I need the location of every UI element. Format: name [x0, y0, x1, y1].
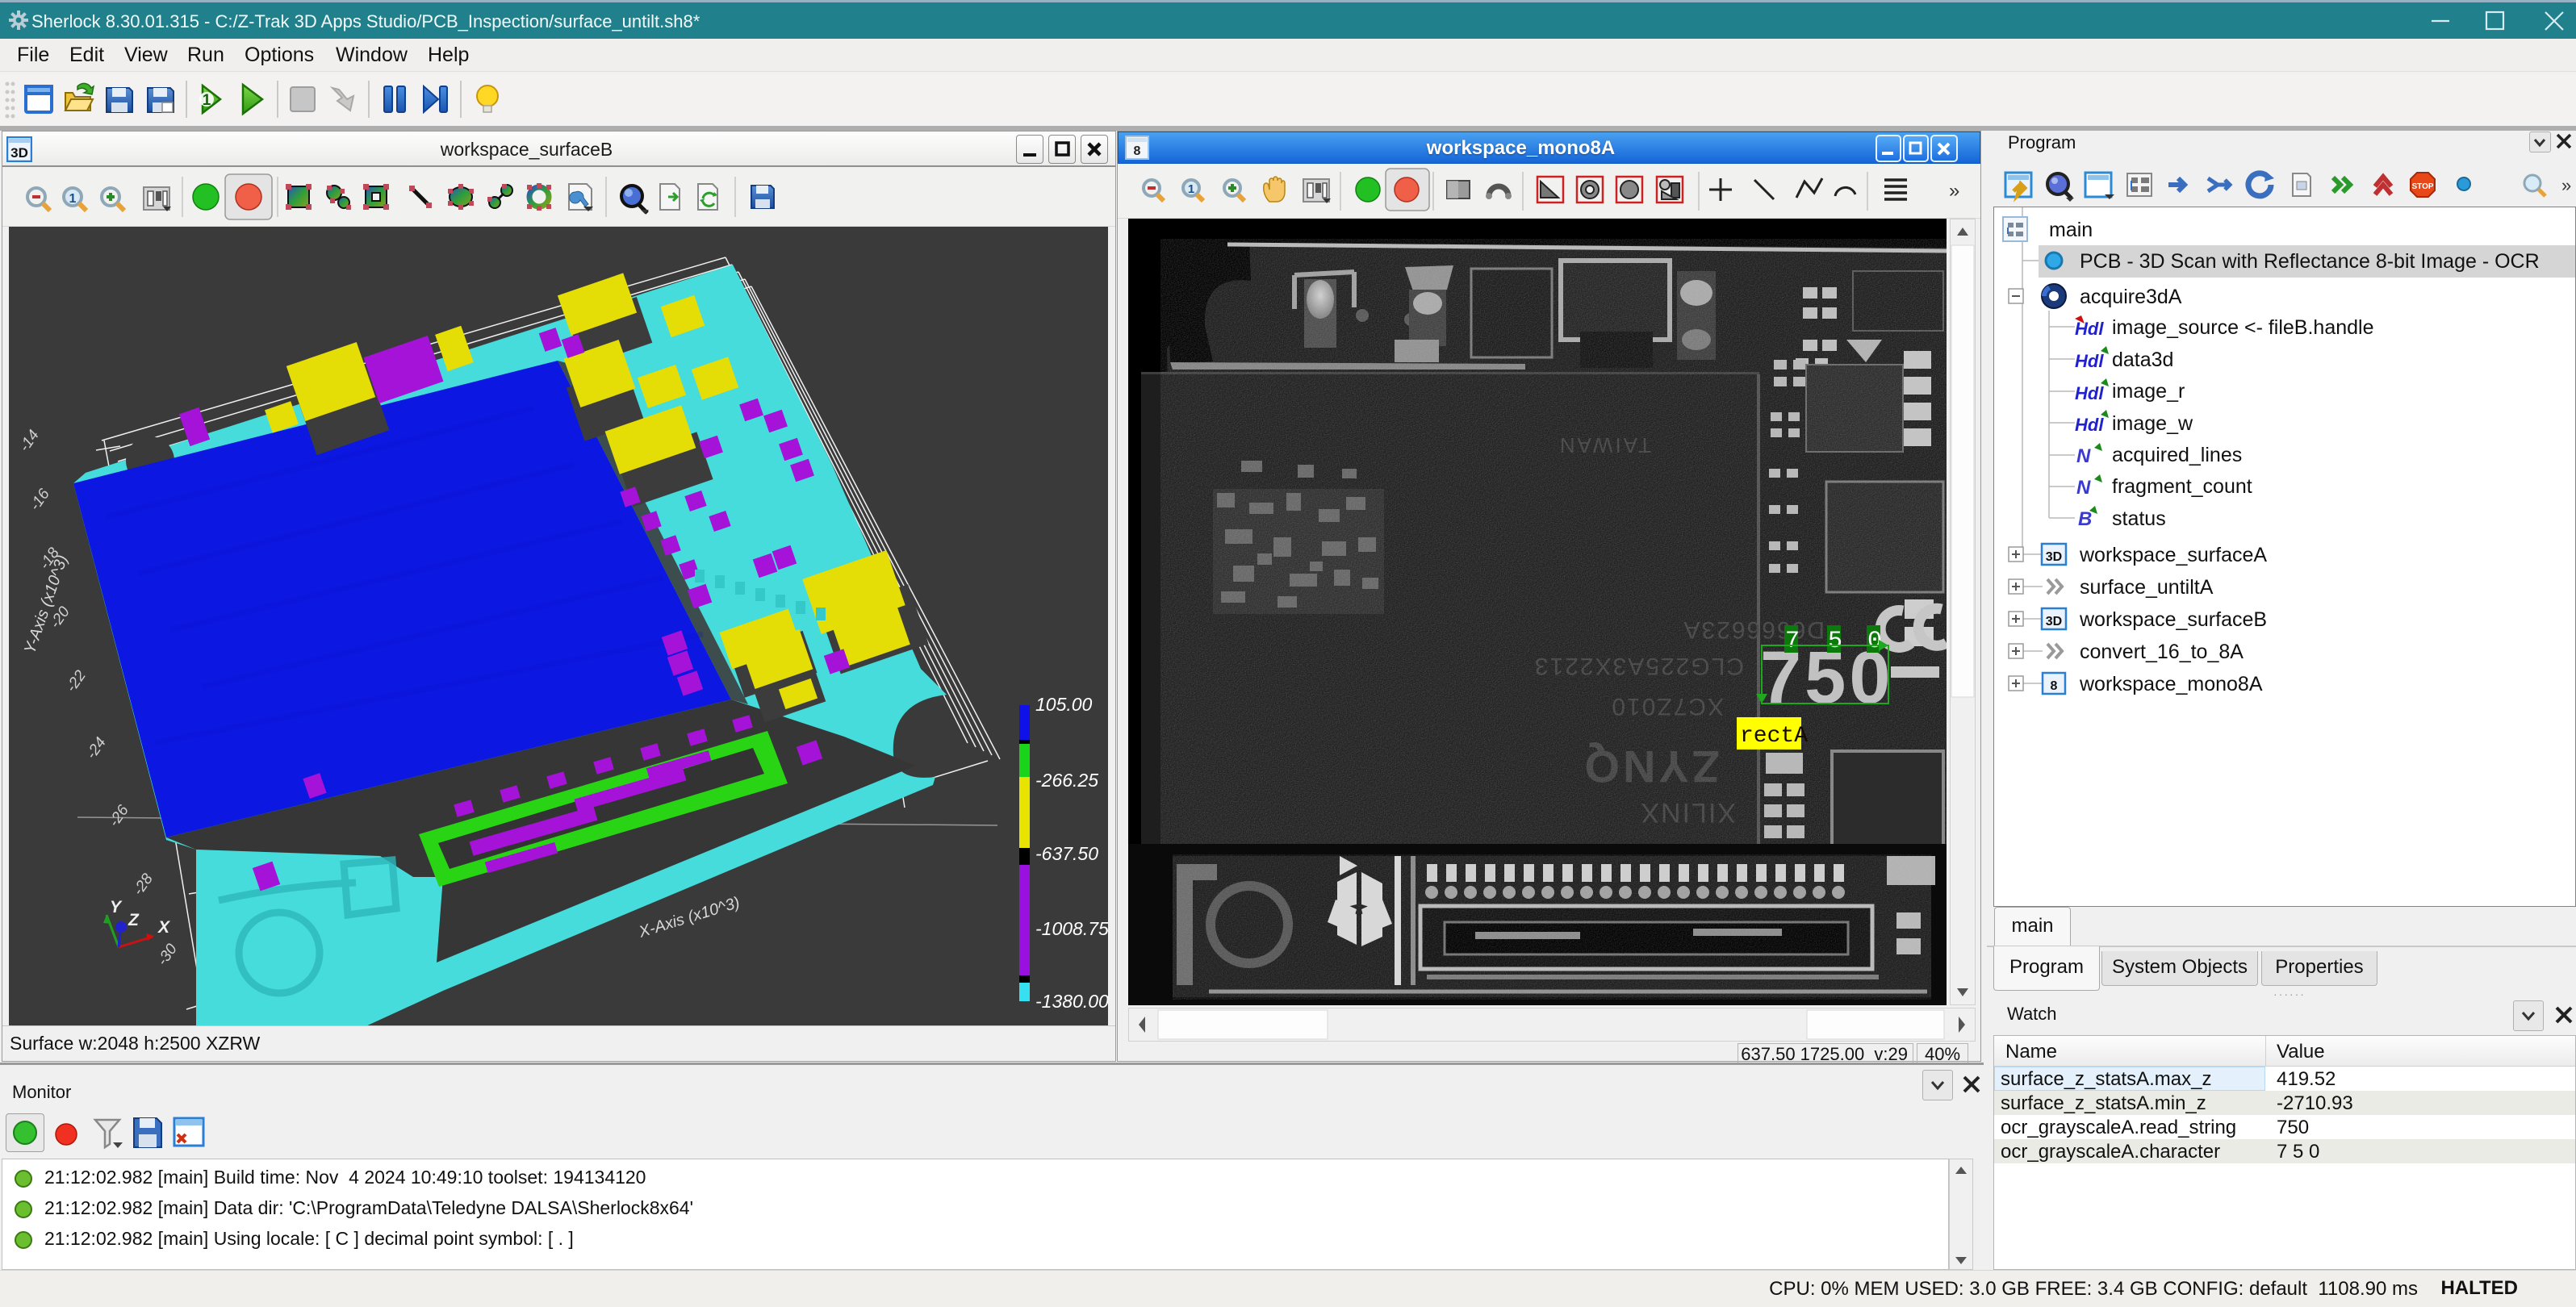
- svg-text:8: 8: [2051, 679, 2058, 693]
- svg-text:-22: -22: [63, 667, 90, 695]
- svg-text:convert_16_to_8A: convert_16_to_8A: [2080, 641, 2244, 663]
- svg-text:-1008.75: -1008.75: [1035, 918, 1108, 939]
- svg-text:-26: -26: [106, 802, 132, 830]
- svg-text:data3d: data3d: [2112, 349, 2173, 371]
- svg-text:image_source <- fileB.handle: image_source <- fileB.handle: [2112, 316, 2374, 339]
- svg-text:acquire3dA: acquire3dA: [2080, 286, 2182, 308]
- svg-text:7: 7: [1785, 628, 1800, 655]
- svg-text:acquired_lines: acquired_lines: [2112, 444, 2242, 466]
- svg-text:5: 5: [1828, 628, 1842, 655]
- svg-text:main: main: [2049, 219, 2093, 241]
- svg-text:1: 1: [1188, 182, 1194, 196]
- svg-text:X: X: [157, 918, 171, 937]
- svg-text:-24: -24: [83, 734, 110, 762]
- svg-text:Z: Z: [128, 911, 140, 929]
- svg-text:-30: -30: [154, 941, 181, 969]
- svg-text:workspace_mono8A: workspace_mono8A: [2079, 673, 2263, 695]
- svg-text:-1380.00: -1380.00: [1035, 991, 1108, 1012]
- svg-text:Hdl: Hdl: [2075, 319, 2104, 339]
- svg-text:rectA: rectA: [1740, 724, 1808, 749]
- svg-text:workspace_surfaceB: workspace_surfaceB: [2079, 608, 2267, 631]
- svg-text:1: 1: [69, 192, 77, 206]
- svg-text:-28: -28: [130, 871, 157, 899]
- svg-text:105.00: 105.00: [1035, 694, 1093, 715]
- svg-text:-16: -16: [27, 486, 53, 514]
- svg-text:Hdl: Hdl: [2075, 415, 2104, 435]
- svg-text:3D: 3D: [2046, 615, 2062, 628]
- svg-text:-637.50: -637.50: [1035, 843, 1098, 864]
- svg-text:»: »: [1949, 180, 1959, 202]
- svg-text:3D: 3D: [2046, 550, 2062, 564]
- svg-text:image_w: image_w: [2112, 412, 2193, 435]
- svg-text:workspace_surfaceA: workspace_surfaceA: [2079, 544, 2267, 566]
- svg-text:Y: Y: [110, 898, 123, 917]
- svg-text:N: N: [2076, 445, 2091, 467]
- svg-text:fragment_count: fragment_count: [2112, 475, 2252, 498]
- svg-text:surface_untiltA: surface_untiltA: [2080, 576, 2214, 599]
- svg-text:image_r: image_r: [2112, 380, 2185, 403]
- svg-text:1: 1: [203, 92, 211, 109]
- svg-text:Hdl: Hdl: [2075, 351, 2104, 371]
- svg-text:status: status: [2112, 507, 2166, 530]
- svg-text:PCB - 3D Scan with Reflectance: PCB - 3D Scan with Reflectance 8-bit Ima…: [2080, 250, 2540, 273]
- svg-text:»: »: [2561, 175, 2571, 195]
- svg-text:-266.25: -266.25: [1035, 770, 1098, 791]
- svg-text:N: N: [2076, 477, 2091, 499]
- svg-text:Hdl: Hdl: [2075, 383, 2104, 403]
- svg-text:STOP: STOP: [2411, 182, 2433, 191]
- svg-text:-14: -14: [16, 427, 43, 455]
- svg-text:B: B: [2078, 508, 2092, 530]
